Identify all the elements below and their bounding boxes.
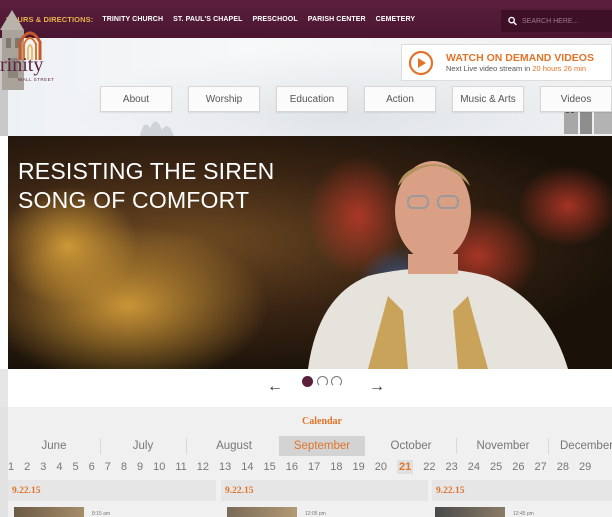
day-number[interactable]: 25 (490, 461, 502, 473)
hero-heading[interactable]: RESISTING THE SIREN SONG OF COMFORT (18, 157, 274, 215)
topbar-link-preschool[interactable]: PRESCHOOL (252, 16, 297, 23)
day-number[interactable]: 5 (73, 461, 79, 473)
month-october[interactable]: October (366, 436, 456, 456)
carousel-prev-arrow-icon[interactable]: ← (267, 378, 283, 396)
month-november[interactable]: November (458, 436, 548, 456)
day-number[interactable]: 1 (8, 461, 14, 473)
day-number[interactable]: 23 (446, 461, 458, 473)
month-july[interactable]: July (100, 436, 186, 456)
day-number[interactable]: 7 (105, 461, 111, 473)
event-thumbnail[interactable] (14, 507, 84, 517)
day-number[interactable]: 22 (423, 461, 435, 473)
topbar-link-st-pauls-chapel[interactable]: ST. PAUL'S CHAPEL (173, 16, 242, 23)
day-number[interactable]: 19 (353, 461, 365, 473)
month-divider (548, 438, 549, 454)
month-december[interactable]: December (560, 436, 612, 456)
play-circle-icon (408, 50, 434, 75)
day-number[interactable]: 10 (153, 461, 165, 473)
day-number[interactable]: 4 (56, 461, 62, 473)
carousel-controls: ← → (0, 369, 612, 407)
nav-worship[interactable]: Worship (188, 86, 260, 112)
day-number[interactable]: 18 (330, 461, 342, 473)
month-june[interactable]: June (8, 436, 100, 456)
day-number[interactable]: 26 (512, 461, 524, 473)
hero-slide[interactable]: RESISTING THE SIREN SONG OF COMFORT (8, 136, 612, 369)
search-input[interactable] (522, 17, 612, 25)
day-number[interactable]: 28 (557, 461, 569, 473)
nav-music-arts[interactable]: Music & Arts (452, 86, 524, 112)
event-time: 12:05 pm (305, 511, 326, 517)
topbar-link-trinity-church[interactable]: TRINITY CHURCH (102, 16, 163, 23)
event-time: 8:15 am (92, 511, 111, 517)
month-divider (186, 438, 187, 454)
day-number[interactable]: 8 (121, 461, 127, 473)
carousel-dot-1[interactable] (302, 376, 313, 387)
tree-silhouette-image (140, 121, 174, 136)
day-number[interactable]: 20 (375, 461, 387, 473)
event-thumbnail[interactable] (227, 507, 297, 517)
month-september[interactable]: September (279, 436, 365, 456)
day-number[interactable]: 9 (137, 461, 143, 473)
nav-about[interactable]: About (100, 86, 172, 112)
day-number[interactable]: 12 (197, 461, 209, 473)
day-number[interactable]: 14 (241, 461, 253, 473)
month-divider (456, 438, 457, 454)
day-number[interactable]: 16 (286, 461, 298, 473)
logo-subtext: WALL STREET (18, 77, 55, 82)
day-number[interactable]: 29 (579, 461, 591, 473)
month-august[interactable]: August (190, 436, 278, 456)
logo-wordmark[interactable]: rinity (0, 54, 43, 77)
day-number[interactable]: 13 (219, 461, 231, 473)
nav-videos[interactable]: Videos (540, 86, 612, 112)
carousel-dot-2[interactable] (317, 376, 328, 387)
live-stream-countdown: Next Live video stream in 20 hours 26 mi… (446, 64, 587, 73)
event-column-date: 9.22.15 (221, 480, 428, 501)
event-column-date: 9.22.15 (8, 480, 216, 501)
day-number[interactable]: 27 (535, 461, 547, 473)
search-icon[interactable] (508, 16, 517, 26)
day-number[interactable]: 24 (468, 461, 480, 473)
search-box[interactable] (501, 10, 612, 32)
event-thumbnail[interactable] (435, 507, 505, 517)
topbar-link-parish-center[interactable]: PARISH CENTER (308, 16, 366, 23)
nav-action[interactable]: Action (364, 86, 436, 112)
day-number[interactable]: 15 (264, 461, 276, 473)
topbar-link-cemetery[interactable]: CEMETERY (376, 16, 415, 23)
day-today[interactable]: 21 (397, 460, 414, 474)
nav-education[interactable]: Education (276, 86, 348, 112)
day-strip: 1 2 3 4 5 6 7 8 9 10 11 12 13 14 15 16 17 18 19 20 21 22 23 24 2… (8, 458, 601, 476)
calendar-title: Calendar (302, 416, 342, 427)
day-number[interactable]: 6 (89, 461, 95, 473)
watch-videos-title: WATCH ON DEMAND VIDEOS (446, 52, 594, 64)
top-bar: HOURS & DIRECTIONS: TRINITY CHURCH ST. P… (0, 0, 612, 38)
day-number[interactable]: 11 (175, 461, 186, 473)
carousel-dot-3[interactable] (331, 376, 342, 387)
event-column-date: 9.22.15 (432, 480, 612, 501)
carousel-next-arrow-icon[interactable]: → (369, 378, 385, 396)
event-time: 12:45 pm (513, 511, 534, 517)
day-number[interactable]: 2 (24, 461, 30, 473)
day-number[interactable]: 3 (40, 461, 46, 473)
day-number[interactable]: 17 (308, 461, 320, 473)
